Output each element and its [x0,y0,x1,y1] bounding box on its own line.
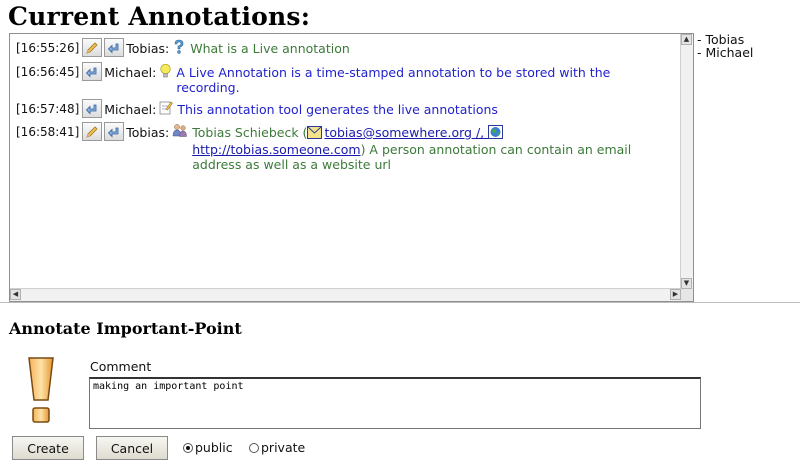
annotation-author: Michael: [104,102,157,117]
divider [0,302,800,303]
timestamp: [16:56:45] [16,65,80,79]
public-radio-option[interactable]: public [183,440,233,455]
annotation-author: Michael: [104,65,157,80]
private-radio-option[interactable]: private [249,440,305,455]
edit-annotation-button[interactable] [82,122,103,141]
reply-arrow-icon [86,67,97,77]
timestamp: [16:57:48] [16,102,80,116]
reply-arrow-icon [86,104,97,114]
annotate-title: Annotate Important-Point [9,319,242,338]
note-icon [159,100,174,118]
page-title: Current Annotations: [8,2,311,31]
cancel-button[interactable]: Cancel [96,436,168,460]
exclamation-icon [24,356,58,430]
comment-label: Comment [90,359,152,374]
participants-list: - Tobias - Michael [697,33,753,59]
reply-annotation-button[interactable] [104,38,125,57]
annotation-author: Tobias: [126,41,170,56]
reply-arrow-icon [108,127,119,137]
private-label: private [261,440,306,455]
horizontal-scrollbar[interactable]: ◀ ▶ [10,288,681,301]
reply-annotation-button[interactable] [82,99,103,118]
create-button[interactable]: Create [12,436,84,460]
timestamp: [16:55:26] [16,41,80,55]
lightbulb-icon [159,63,172,82]
pencil-icon [86,41,98,54]
person-name: Tobias Schiebeck [192,125,299,140]
scrollbar-corner [681,289,693,301]
public-radio[interactable] [183,442,193,453]
private-radio[interactable] [249,442,259,453]
question-icon [172,39,186,58]
reply-annotation-button[interactable] [104,122,125,141]
public-label: public [195,440,233,455]
participant-item: - Michael [697,45,754,60]
annotation-author: Tobias: [126,125,170,140]
reply-annotation-button[interactable] [82,62,103,81]
annotation-entry: [16:58:41] Tobias: Tobias Schiebeck (tob… [16,122,675,172]
email-link[interactable]: tobias@somewhere.org [324,125,472,140]
annotation-entry: [16:56:45] Michael: A Live Annotation is… [16,62,675,95]
scroll-right-arrow-icon[interactable]: ▶ [670,289,681,300]
vertical-scrollbar[interactable]: ▲ ▼ [680,34,693,289]
annotation-text: A Live Annotation is a time-stamped anno… [176,65,611,95]
annotations-log[interactable]: [16:55:26] Tobias: What is a Live annota… [9,33,694,302]
scroll-left-arrow-icon[interactable]: ◀ [10,289,21,300]
scroll-down-arrow-icon[interactable]: ▼ [681,278,692,289]
annotation-text: What is a Live annotation [190,41,350,56]
person-icon [172,123,188,141]
annotation-text: This annotation tool generates the live … [177,102,498,117]
annotation-text: Tobias Schiebeck (tobias@somewhere.org /… [192,125,675,172]
comment-field[interactable]: making an important point [89,377,701,429]
reply-arrow-icon [108,43,119,53]
website-link[interactable]: http://tobias.someone.com [192,142,360,157]
globe-icon [488,125,504,142]
timestamp: [16:58:41] [16,125,80,139]
annotation-entry: [16:57:48] Michael: This annotation tool… [16,99,675,118]
scroll-up-arrow-icon[interactable]: ▲ [681,34,692,45]
edit-annotation-button[interactable] [82,38,103,57]
annotations-list: [16:55:26] Tobias: What is a Live annota… [10,34,681,289]
link-separator: /, [471,125,489,140]
annotation-entry: [16:55:26] Tobias: What is a Live annota… [16,38,675,58]
pencil-icon [86,125,98,138]
email-icon [307,126,323,142]
